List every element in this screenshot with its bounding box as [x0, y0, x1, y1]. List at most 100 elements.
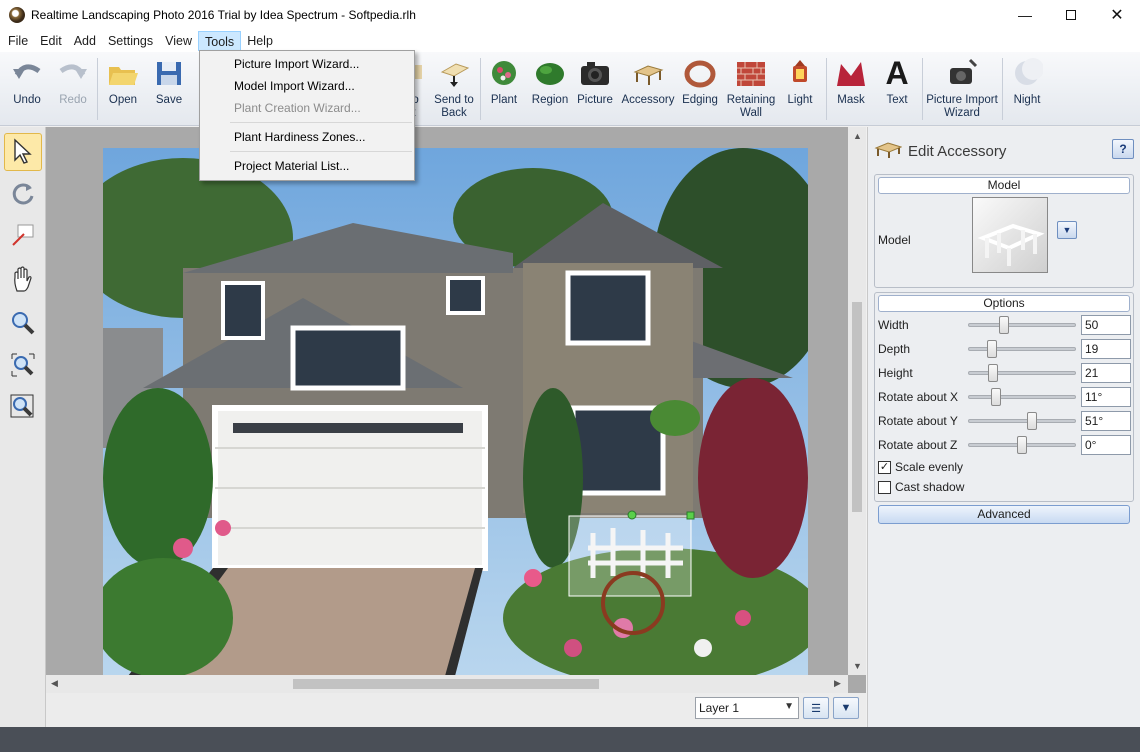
slider-thumb[interactable]	[988, 364, 998, 382]
toolbar-separator	[826, 58, 827, 120]
field-value-input[interactable]: 11°	[1081, 387, 1131, 407]
retaining-wall-button[interactable]: Retaining Wall	[724, 56, 778, 122]
menu-add[interactable]: Add	[68, 31, 102, 51]
field-label: Height	[878, 366, 913, 380]
menu-model-import-wizard[interactable]: Model Import Wizard...	[201, 75, 413, 97]
advanced-button[interactable]: Advanced	[878, 505, 1130, 524]
field-value-input[interactable]: 51°	[1081, 411, 1131, 431]
field-label: Rotate about Z	[878, 438, 958, 452]
close-icon: ✕	[1110, 7, 1124, 24]
field-slider[interactable]	[968, 436, 1076, 454]
measure-icon	[10, 222, 36, 251]
scroll-right-icon[interactable]: ▶	[834, 678, 841, 689]
cast-shadow-checkbox[interactable]: Cast shadow	[878, 480, 964, 494]
field-value-input[interactable]: 0°	[1081, 435, 1131, 455]
chevron-down-icon: ▼	[840, 702, 852, 714]
slider-thumb[interactable]	[999, 316, 1009, 334]
menu-picture-import-wizard[interactable]: Picture Import Wizard...	[201, 53, 413, 75]
model-dropdown-button[interactable]: ▼	[1057, 221, 1077, 239]
rotate-tool-button[interactable]	[4, 175, 42, 213]
menu-file[interactable]: File	[2, 31, 34, 51]
undo-button[interactable]: Undo	[8, 56, 46, 122]
main-toolbar: Undo Redo Open Save to t Send to Back Pl…	[0, 52, 1140, 126]
save-button[interactable]: Save	[150, 56, 188, 122]
chevron-down-icon: ▼	[784, 701, 794, 712]
help-button[interactable]: ?	[1112, 139, 1134, 159]
light-button[interactable]: Light	[782, 56, 818, 122]
scale-evenly-checkbox[interactable]: ✓ Scale evenly	[878, 460, 963, 474]
scroll-left-icon[interactable]: ◀	[51, 678, 58, 689]
picture-import-wizard-label: Picture Import Wizard	[926, 94, 998, 119]
field-value-input[interactable]: 50	[1081, 315, 1131, 335]
redo-button[interactable]: Redo	[54, 56, 92, 122]
scroll-up-icon[interactable]: ▲	[853, 131, 862, 141]
send-to-back-button[interactable]: Send to Back	[432, 56, 476, 122]
redo-icon	[56, 56, 90, 90]
field-slider[interactable]	[968, 340, 1076, 358]
menu-help[interactable]: Help	[241, 31, 279, 51]
send-back-icon	[437, 56, 471, 90]
zoom-out-tool-button[interactable]	[4, 389, 42, 427]
slider-thumb[interactable]	[1027, 412, 1037, 430]
camera-wizard-icon	[945, 56, 979, 90]
menu-settings[interactable]: Settings	[102, 31, 159, 51]
house-photo-image	[103, 148, 808, 676]
zoom-fit-tool-button[interactable]	[4, 347, 42, 385]
measure-tool-button[interactable]	[4, 217, 42, 255]
vertical-scroll-thumb[interactable]	[852, 302, 862, 512]
undo-icon	[10, 56, 44, 90]
mask-icon	[834, 56, 868, 90]
zoom-in-tool-button[interactable]	[4, 305, 42, 343]
menu-tools[interactable]: Tools	[198, 31, 242, 51]
layer-dropdown-button[interactable]: ▼	[833, 697, 859, 719]
field-slider[interactable]	[968, 364, 1076, 382]
mask-button[interactable]: Mask	[832, 56, 870, 122]
pan-tool-button[interactable]	[4, 261, 42, 299]
vertical-scrollbar[interactable]: ▲ ▼	[848, 127, 866, 675]
field-value-input[interactable]: 19	[1081, 339, 1131, 359]
cast-shadow-check[interactable]	[878, 480, 891, 494]
model-group: Model Model ▼	[874, 174, 1134, 288]
layer-select[interactable]: Layer 1 ▼	[695, 697, 799, 719]
picture-button[interactable]: Picture	[576, 56, 614, 122]
title-bar: Realtime Landscaping Photo 2016 Trial by…	[0, 0, 1140, 30]
bench-icon	[874, 139, 903, 163]
minimize-button[interactable]: —	[1002, 0, 1048, 30]
accessory-button[interactable]: Accessory	[620, 56, 676, 122]
slider-thumb[interactable]	[987, 340, 997, 358]
scale-evenly-check[interactable]: ✓	[878, 460, 891, 474]
toolbar-separator	[480, 58, 481, 120]
field-label: Depth	[878, 342, 911, 356]
horizontal-scroll-thumb[interactable]	[293, 679, 599, 689]
menu-edit[interactable]: Edit	[34, 31, 68, 51]
field-value-input[interactable]: 21	[1081, 363, 1131, 383]
edging-button[interactable]: Edging	[680, 56, 720, 122]
plant-button[interactable]: Plant	[486, 56, 522, 122]
scroll-down-icon[interactable]: ▼	[853, 661, 862, 671]
layers-button[interactable]: ☰	[803, 697, 829, 719]
menu-plant-hardiness-zones[interactable]: Plant Hardiness Zones...	[201, 126, 413, 148]
night-button[interactable]: Night	[1008, 56, 1046, 122]
picture-label: Picture	[577, 94, 613, 106]
slider-thumb[interactable]	[991, 388, 1001, 406]
text-button[interactable]: A Text	[878, 56, 916, 122]
open-button[interactable]: Open	[104, 56, 142, 122]
close-button[interactable]: ✕	[1094, 0, 1140, 30]
field-slider[interactable]	[968, 412, 1076, 430]
field-slider[interactable]	[968, 316, 1076, 334]
field-slider[interactable]	[968, 388, 1076, 406]
horizontal-scrollbar[interactable]: ◀ ▶	[46, 675, 848, 693]
region-button[interactable]: Region	[530, 56, 570, 122]
maximize-button[interactable]	[1048, 0, 1094, 30]
photo-canvas[interactable]	[103, 148, 808, 676]
model-thumbnail[interactable]	[972, 197, 1048, 273]
slider-thumb[interactable]	[1017, 436, 1027, 454]
layer-bar: Layer 1 ▼ ☰ ▼	[46, 693, 866, 727]
field-label: Rotate about Y	[878, 414, 958, 428]
picture-import-wizard-button[interactable]: Picture Import Wizard	[926, 56, 998, 122]
moon-icon	[1010, 56, 1044, 90]
save-icon	[152, 56, 186, 90]
select-tool-button[interactable]	[4, 133, 42, 171]
menu-view[interactable]: View	[159, 31, 198, 51]
menu-project-material-list[interactable]: Project Material List...	[201, 155, 413, 177]
